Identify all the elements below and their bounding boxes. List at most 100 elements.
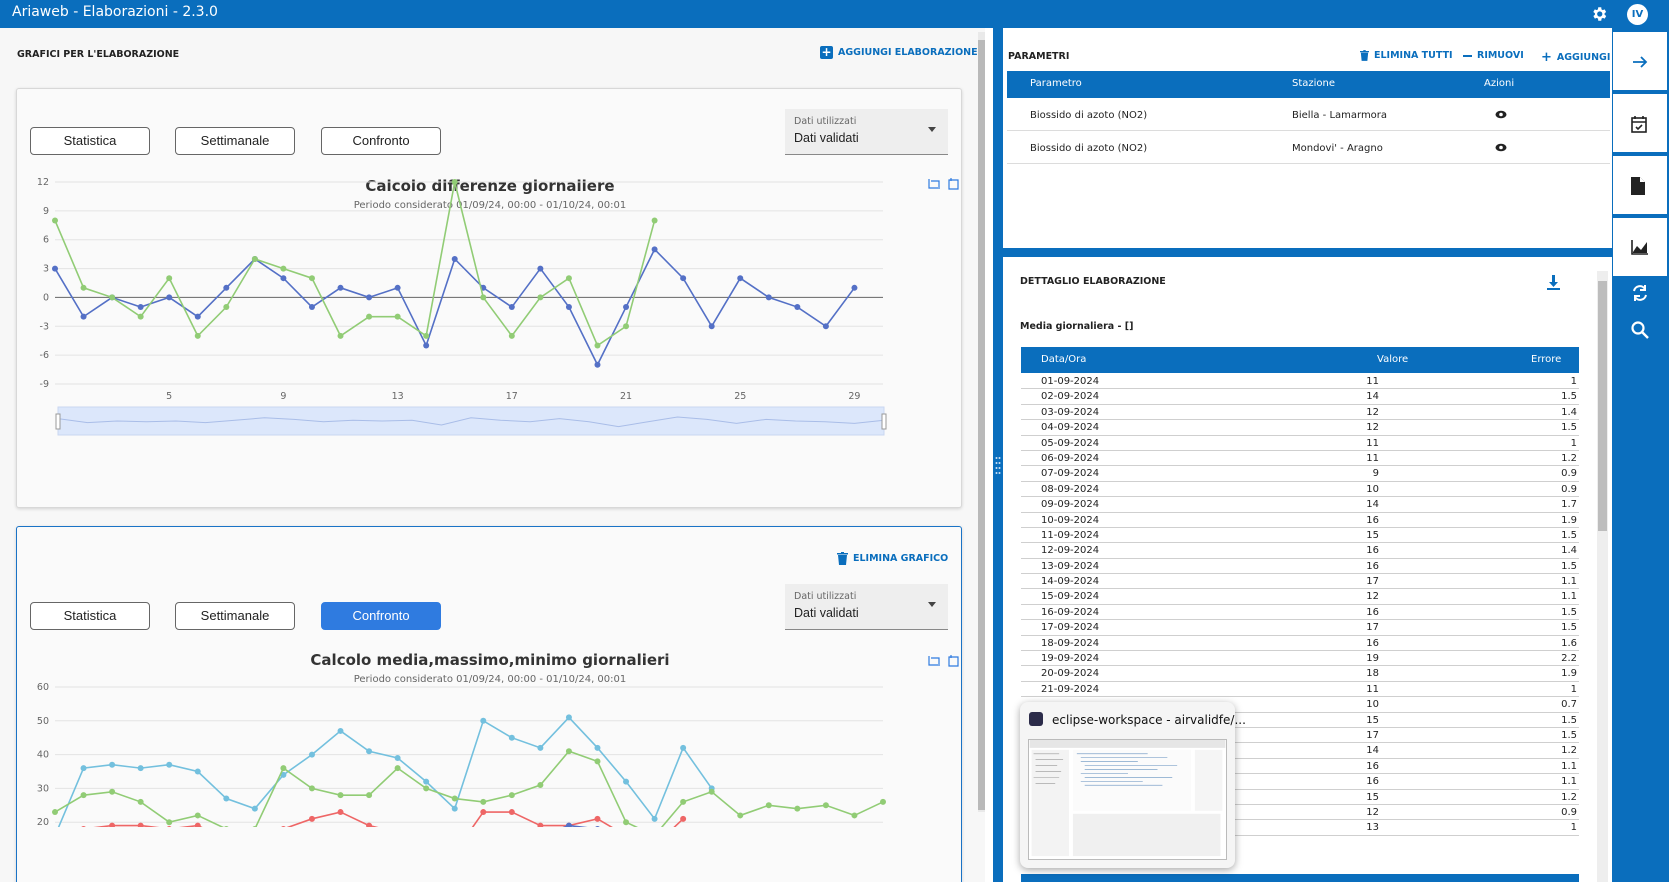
refresh-icon[interactable]: [1630, 283, 1650, 303]
data-point[interactable]: [194, 812, 201, 819]
data-point[interactable]: [337, 727, 344, 734]
data-point[interactable]: [366, 313, 373, 320]
data-point[interactable]: [137, 765, 144, 772]
data-point[interactable]: [366, 822, 373, 827]
data-point[interactable]: [537, 265, 544, 272]
data-point[interactable]: [623, 778, 630, 785]
data-point[interactable]: [81, 825, 87, 827]
data-point[interactable]: [508, 304, 515, 311]
taskbar-preview-popup[interactable]: eclipse-workspace - airvalidfe/...: [1020, 702, 1246, 868]
detail-scroll-thumb[interactable]: [1598, 281, 1607, 531]
data-point[interactable]: [537, 294, 544, 301]
data-point[interactable]: [366, 294, 373, 301]
data-point[interactable]: [137, 313, 144, 320]
data-point[interactable]: [794, 805, 801, 812]
add-param-button[interactable]: + AGGIUNGI: [1541, 50, 1610, 65]
data-point[interactable]: [423, 778, 430, 785]
data-point[interactable]: [508, 734, 515, 741]
slider-handle-right[interactable]: [881, 413, 887, 430]
data-point[interactable]: [765, 802, 772, 809]
data-point[interactable]: [337, 792, 344, 799]
data-point[interactable]: [109, 294, 116, 301]
data-point[interactable]: [880, 798, 886, 805]
data-point[interactable]: [537, 822, 544, 827]
data-point[interactable]: [137, 798, 144, 805]
data-point[interactable]: [537, 782, 544, 789]
remove-button[interactable]: RIMUOVI: [1463, 50, 1524, 61]
data-point[interactable]: [223, 304, 230, 311]
data-point[interactable]: [166, 819, 173, 826]
data-point[interactable]: [565, 714, 572, 721]
data-point[interactable]: [651, 217, 658, 224]
data-point[interactable]: [223, 284, 230, 291]
download-icon[interactable]: [1547, 275, 1560, 290]
data-point[interactable]: [623, 323, 630, 330]
data-point[interactable]: [651, 246, 658, 253]
rail-calendar-button[interactable]: [1613, 94, 1667, 154]
data-point[interactable]: [680, 798, 687, 805]
data-point[interactable]: [394, 313, 401, 320]
add-elaboration-button[interactable]: + AGGIUNGI ELABORAZIONE: [820, 46, 978, 59]
data-point[interactable]: [508, 332, 515, 339]
data-point[interactable]: [194, 822, 201, 827]
data-point[interactable]: [194, 313, 201, 320]
data-point[interactable]: [480, 717, 487, 724]
data-point[interactable]: [651, 815, 658, 822]
data-point[interactable]: [594, 815, 601, 822]
data-point[interactable]: [508, 792, 515, 799]
data-point[interactable]: [480, 294, 487, 301]
data-point[interactable]: [251, 255, 258, 262]
data-point[interactable]: [280, 275, 287, 282]
data-point[interactable]: [280, 765, 287, 772]
data-point[interactable]: [109, 788, 116, 795]
drag-handle-icon[interactable]: [995, 455, 1001, 483]
data-point[interactable]: [737, 275, 744, 282]
data-point[interactable]: [308, 275, 315, 282]
data-point[interactable]: [109, 761, 116, 768]
detail-scrollbar[interactable]: [1597, 271, 1608, 882]
data-point[interactable]: [337, 809, 344, 816]
data-point[interactable]: [680, 815, 687, 822]
data-point[interactable]: [851, 284, 858, 291]
data-point[interactable]: [537, 744, 544, 751]
data-point[interactable]: [52, 217, 58, 224]
data-point[interactable]: [565, 748, 572, 755]
data-point[interactable]: [52, 809, 58, 816]
slider-handle-left[interactable]: [55, 413, 61, 430]
data-point[interactable]: [680, 744, 687, 751]
delete-all-button[interactable]: ELIMINA TUTTI: [1360, 50, 1453, 61]
data-point[interactable]: [623, 304, 630, 311]
data-point[interactable]: [565, 275, 572, 282]
data-point[interactable]: [737, 812, 744, 819]
data-point[interactable]: [423, 332, 430, 339]
data-point[interactable]: [451, 795, 458, 802]
data-point[interactable]: [765, 294, 772, 301]
data-point[interactable]: [166, 275, 173, 282]
rail-arrow-button[interactable]: [1613, 32, 1667, 92]
data-point[interactable]: [594, 361, 601, 368]
left-scrollbar[interactable]: [978, 32, 985, 812]
data-point[interactable]: [280, 825, 286, 827]
eye-icon[interactable]: [1495, 110, 1507, 119]
data-point[interactable]: [822, 323, 829, 330]
rail-chart-button[interactable]: [1613, 218, 1667, 278]
data-point[interactable]: [394, 754, 401, 761]
data-point[interactable]: [451, 255, 458, 262]
left-scroll-thumb[interactable]: [978, 40, 985, 810]
data-point[interactable]: [194, 768, 201, 775]
data-point[interactable]: [308, 785, 315, 792]
data-point[interactable]: [337, 332, 344, 339]
data-point[interactable]: [109, 822, 116, 827]
data-point[interactable]: [423, 785, 430, 792]
data-point[interactable]: [394, 765, 401, 772]
data-point[interactable]: [594, 825, 600, 827]
data-point[interactable]: [565, 304, 572, 311]
data-point[interactable]: [480, 798, 487, 805]
data-point[interactable]: [423, 342, 430, 349]
data-point[interactable]: [166, 761, 173, 768]
data-point[interactable]: [708, 788, 715, 795]
data-point[interactable]: [223, 795, 230, 802]
horizontal-splitter[interactable]: [1003, 248, 1612, 257]
data-point[interactable]: [194, 332, 201, 339]
data-point[interactable]: [451, 805, 458, 812]
